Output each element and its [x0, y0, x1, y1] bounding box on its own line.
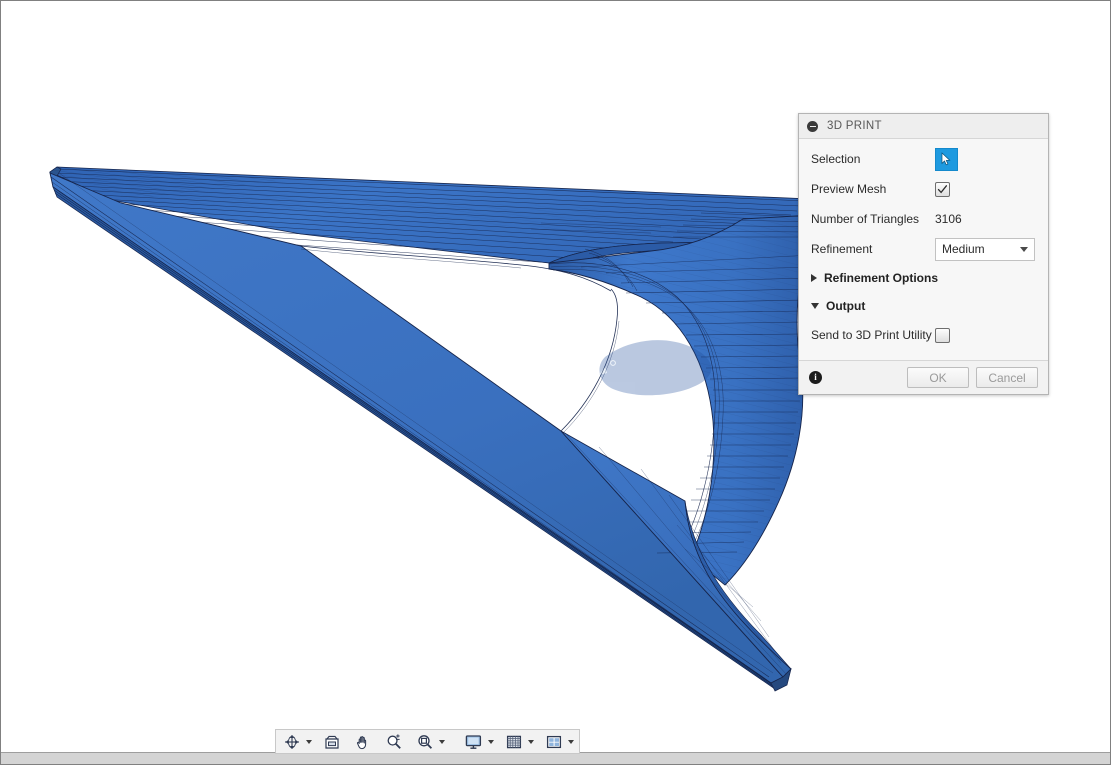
send-to-utility-label: Send to 3D Print Utility	[811, 328, 935, 342]
refinement-value: Medium	[942, 242, 985, 256]
footer-button-group: OK Cancel	[907, 367, 1038, 388]
row-number-of-triangles: Number of Triangles 3106	[799, 204, 1048, 234]
cancel-button[interactable]: Cancel	[976, 367, 1038, 388]
minus-circle-icon[interactable]	[807, 121, 818, 132]
view-navigation-toolbar[interactable]	[275, 729, 580, 754]
orbit-caret-icon[interactable]	[306, 740, 312, 744]
row-send-to-3d-print-utility: Send to 3D Print Utility	[799, 320, 1048, 350]
checkmark-icon	[937, 184, 948, 195]
section-refinement-options[interactable]: Refinement Options	[799, 264, 1048, 292]
row-preview-mesh: Preview Mesh	[799, 174, 1048, 204]
number-of-triangles-value: 3106	[935, 212, 962, 226]
row-selection: Selection	[799, 144, 1048, 174]
dialog-title: 3D PRINT	[827, 120, 882, 132]
preview-mesh-label: Preview Mesh	[811, 182, 935, 196]
dialog-footer: i OK Cancel	[799, 361, 1048, 394]
row-refinement: Refinement Medium	[799, 234, 1048, 264]
grid-caret-icon[interactable]	[528, 740, 534, 744]
cursor-arrow-icon	[940, 152, 953, 166]
number-of-triangles-label: Number of Triangles	[811, 212, 935, 226]
zoom-icon[interactable]	[383, 731, 405, 752]
pan-hand-icon[interactable]	[352, 731, 374, 752]
display-mode-caret-icon[interactable]	[488, 740, 494, 744]
grid-icon[interactable]	[503, 731, 525, 752]
chevron-down-icon	[811, 303, 819, 309]
section-output[interactable]: Output	[799, 292, 1048, 320]
selection-button[interactable]	[935, 148, 958, 171]
orbit-icon[interactable]	[281, 731, 303, 752]
refinement-options-label: Refinement Options	[824, 271, 938, 285]
zoom-window-icon[interactable]	[414, 731, 436, 752]
application-window: 3D PRINT Selection Preview Mesh	[0, 0, 1111, 765]
selection-label: Selection	[811, 152, 935, 166]
refinement-dropdown[interactable]: Medium	[935, 238, 1035, 261]
refinement-label: Refinement	[811, 242, 935, 256]
zoom-window-caret-icon[interactable]	[439, 740, 445, 744]
dialog-header[interactable]: 3D PRINT	[799, 114, 1048, 139]
ok-button[interactable]: OK	[907, 367, 969, 388]
output-label: Output	[826, 299, 865, 313]
info-icon[interactable]: i	[809, 371, 822, 384]
dialog-body: Selection Preview Mesh Number of Triangl…	[799, 139, 1048, 361]
3d-print-dialog[interactable]: 3D PRINT Selection Preview Mesh	[798, 113, 1049, 395]
chevron-right-icon	[811, 274, 817, 282]
send-to-utility-checkbox[interactable]	[935, 328, 950, 343]
preview-mesh-checkbox[interactable]	[935, 182, 950, 197]
chevron-down-icon	[1020, 247, 1028, 252]
viewports-caret-icon[interactable]	[568, 740, 574, 744]
viewports-icon[interactable]	[543, 731, 565, 752]
look-at-icon[interactable]	[321, 731, 343, 752]
display-mode-icon[interactable]	[462, 731, 485, 752]
